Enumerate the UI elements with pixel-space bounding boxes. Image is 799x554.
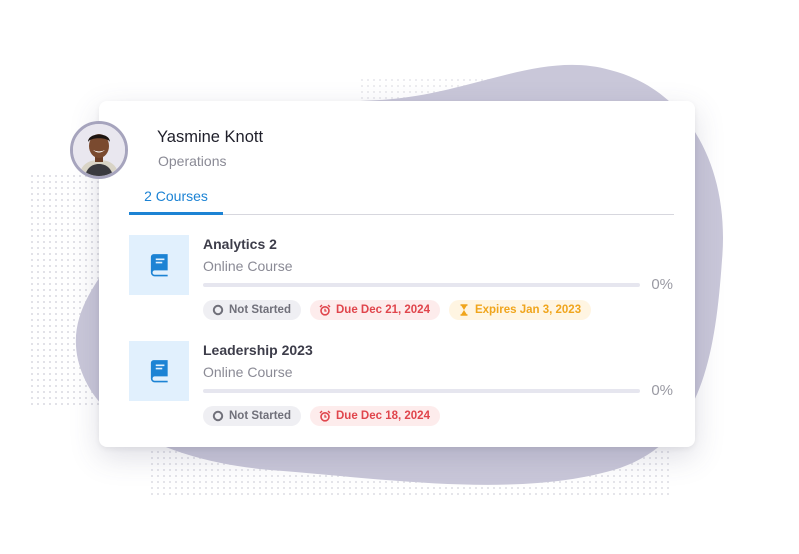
user-department: Operations bbox=[158, 153, 227, 169]
progress-bar bbox=[203, 389, 640, 393]
user-name: Yasmine Knott bbox=[157, 128, 264, 146]
course-item[interactable]: Analytics 2 Online Course 0% Not Started… bbox=[129, 235, 674, 330]
course-thumbnail bbox=[129, 235, 189, 295]
course-title[interactable]: Analytics 2 bbox=[203, 236, 277, 252]
course-title[interactable]: Leadership 2023 bbox=[203, 342, 313, 358]
course-badges: Not Started Due Dec 21, 2024 Expires Jan… bbox=[203, 300, 592, 320]
progress-percent: 0% bbox=[651, 276, 673, 293]
alarm-clock-icon bbox=[319, 304, 331, 316]
status-badge-label: Not Started bbox=[229, 304, 291, 316]
status-badge: Not Started bbox=[203, 406, 301, 426]
expires-badge: Expires Jan 3, 2023 bbox=[448, 300, 592, 320]
alarm-clock-icon bbox=[319, 410, 331, 422]
due-date-label: Due Dec 21, 2024 bbox=[335, 304, 430, 316]
hourglass-icon bbox=[458, 304, 470, 316]
course-badges: Not Started Due Dec 18, 2024 bbox=[203, 406, 440, 426]
due-date-badge: Due Dec 18, 2024 bbox=[309, 406, 440, 426]
expires-label: Expires Jan 3, 2023 bbox=[474, 304, 582, 316]
circle-icon bbox=[212, 410, 224, 422]
avatar bbox=[70, 121, 128, 179]
course-item[interactable]: Leadership 2023 Online Course 0% Not Sta… bbox=[129, 341, 674, 436]
course-type: Online Course bbox=[203, 364, 293, 380]
book-icon bbox=[150, 254, 168, 277]
course-thumbnail bbox=[129, 341, 189, 401]
tab-active-indicator bbox=[129, 212, 223, 215]
progress-bar bbox=[203, 283, 640, 287]
status-badge: Not Started bbox=[203, 300, 301, 320]
circle-icon bbox=[212, 304, 224, 316]
progress-percent: 0% bbox=[651, 382, 673, 399]
course-type: Online Course bbox=[203, 258, 293, 274]
tab-courses[interactable]: 2 Courses bbox=[129, 188, 223, 204]
status-badge-label: Not Started bbox=[229, 410, 291, 422]
book-icon bbox=[150, 360, 168, 383]
due-date-badge: Due Dec 21, 2024 bbox=[309, 300, 440, 320]
due-date-label: Due Dec 18, 2024 bbox=[335, 410, 430, 422]
avatar-portrait bbox=[73, 124, 125, 176]
